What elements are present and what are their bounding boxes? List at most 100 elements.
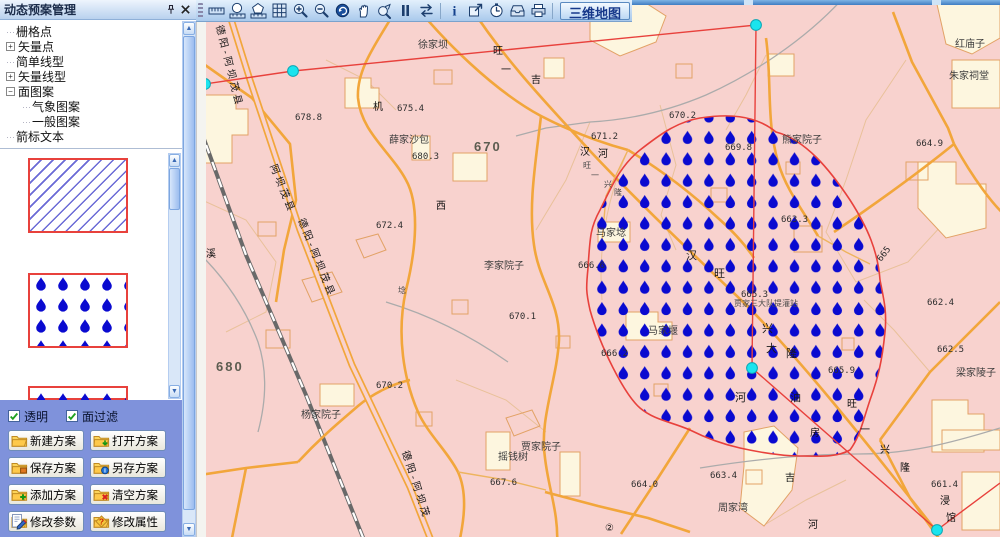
- svg-text:i: i: [453, 5, 457, 20]
- expand-icon[interactable]: +: [6, 42, 15, 51]
- map-label: 房: [810, 426, 820, 439]
- plan-button-4[interactable]: i另存方案: [90, 457, 166, 478]
- partial-pattern-swatch[interactable]: [28, 386, 128, 400]
- map-label: 徐家坝: [418, 38, 448, 51]
- map-label: 馆: [946, 511, 956, 524]
- grid-button[interactable]: [269, 1, 290, 21]
- grid-icon: [271, 2, 288, 19]
- tree-connector: ···: [6, 57, 15, 67]
- map-label: 河: [598, 148, 608, 160]
- edit-props-icon: ?: [93, 513, 110, 530]
- print-button[interactable]: [528, 1, 549, 21]
- map-3d-button[interactable]: 三维地图: [560, 2, 630, 20]
- tree-item-2[interactable]: +矢量点: [0, 39, 182, 54]
- tree-item-1[interactable]: ···栅格点: [0, 24, 182, 39]
- pan-hand-button[interactable]: [353, 1, 374, 21]
- toolbar-separator: [552, 3, 553, 19]
- vertical-splitter[interactable]: [196, 0, 206, 537]
- checkbox-label: 透明: [24, 408, 48, 425]
- tree-item-7[interactable]: ···一般图案: [0, 114, 182, 129]
- map-label: 河: [808, 519, 818, 531]
- sidebar-scroll-thumb[interactable]: [183, 36, 195, 510]
- measure-circle-button[interactable]: [227, 1, 248, 21]
- tree-item-3[interactable]: ···简单线型: [0, 54, 182, 69]
- svg-text:?: ?: [99, 517, 104, 527]
- swap-refresh-button[interactable]: [416, 1, 437, 21]
- measure-polygon-button[interactable]: [248, 1, 269, 21]
- plan-button-2[interactable]: 打开方案: [90, 430, 166, 451]
- plan-button-8[interactable]: ?修改属性: [90, 511, 166, 532]
- checkbox-2[interactable]: [66, 410, 78, 422]
- map-label: 汉: [686, 249, 697, 262]
- plan-button-label: 打开方案: [112, 433, 158, 449]
- sidebar-scroll-down-arrow[interactable]: ▼: [183, 523, 195, 536]
- vertex-handle[interactable]: [932, 525, 943, 536]
- swatch-scroll-down-arrow[interactable]: ▼: [169, 385, 180, 398]
- plan-button-1[interactable]: 新建方案: [8, 430, 84, 451]
- swatch-scroll-thumb[interactable]: [169, 168, 180, 210]
- map-label: 670.2: [669, 111, 696, 121]
- zoom-in-button[interactable]: [290, 1, 311, 21]
- plan-button-label: 添加方案: [30, 487, 76, 503]
- map-label: 664.0: [631, 480, 658, 490]
- info-button[interactable]: i: [444, 1, 465, 21]
- map-canvas[interactable]: 徐家坝红庙子朱家祠堂678.8机675.4薛家沙包680.3670671.267…: [206, 0, 1000, 537]
- map-label: 油: [790, 390, 801, 404]
- globe-back-button[interactable]: [332, 1, 353, 21]
- checkbox-1[interactable]: [8, 410, 20, 422]
- swap-refresh-icon: [418, 2, 435, 19]
- map-label: 678.8: [295, 113, 322, 123]
- building-block: [453, 153, 487, 181]
- tree-item-8[interactable]: ···箭标文本: [0, 129, 182, 144]
- map-label: 671.2: [591, 132, 618, 142]
- map-label: 河: [735, 391, 746, 404]
- map-label: 贾家院子: [521, 440, 561, 453]
- collapse-icon[interactable]: −: [6, 87, 15, 96]
- plan-button-label: 清空方案: [112, 487, 158, 503]
- map-label: 661.4: [931, 480, 958, 490]
- map-label: 机: [373, 100, 383, 113]
- map-label: 兴: [880, 444, 890, 456]
- tree-connector: ···: [6, 27, 15, 37]
- new-plan-folder-icon: [11, 432, 28, 449]
- plan-button-label: 修改参数: [30, 514, 76, 530]
- vertex-handle[interactable]: [751, 20, 762, 31]
- zoom-previous-button[interactable]: [374, 1, 395, 21]
- plan-button-5[interactable]: 添加方案: [8, 484, 84, 505]
- pause-button[interactable]: [395, 1, 416, 21]
- sidebar-scroll-up-arrow[interactable]: ▲: [183, 22, 195, 35]
- export-button[interactable]: [465, 1, 486, 21]
- tree-item-4[interactable]: +矢量线型: [0, 69, 182, 84]
- tree-item-6[interactable]: ···气象图案: [0, 99, 182, 114]
- expand-icon[interactable]: +: [6, 72, 15, 81]
- close-icon[interactable]: [178, 3, 192, 17]
- zoom-out-button[interactable]: [311, 1, 332, 21]
- map-label: 熊家院子: [782, 133, 822, 146]
- map-label: 李家院子: [484, 259, 524, 272]
- plan-button-7[interactable]: 修改参数: [8, 511, 84, 532]
- drops-pattern-swatch[interactable]: [28, 273, 128, 348]
- measure-polygon-icon: [250, 2, 267, 19]
- swatch-scroll-up-arrow[interactable]: ▲: [169, 154, 180, 167]
- measure-ruler-icon: [208, 2, 225, 19]
- swatch-scrollbar[interactable]: ▲ ▼: [168, 153, 181, 399]
- map-label: 666.2: [601, 349, 628, 359]
- toolbar-grip-handle[interactable]: [198, 3, 203, 19]
- plan-button-3[interactable]: 保存方案: [8, 457, 84, 478]
- zoom-previous-icon: [376, 2, 393, 19]
- clock-button[interactable]: [486, 1, 507, 21]
- pan-hand-icon: [355, 2, 372, 19]
- plan-button-6[interactable]: 清空方案: [90, 484, 166, 505]
- map-label: 周家湾: [718, 501, 748, 514]
- vertex-handle[interactable]: [288, 66, 299, 77]
- zoom-out-icon: [313, 2, 330, 19]
- vertex-handle[interactable]: [747, 363, 758, 374]
- measure-ruler-button[interactable]: [206, 1, 227, 21]
- map-label: 吉: [531, 74, 541, 86]
- map-area: 徐家坝红庙子朱家祠堂678.8机675.4薛家沙包680.3670671.267…: [206, 0, 1000, 537]
- hatch-pattern-swatch[interactable]: [28, 158, 128, 233]
- tree-item-5[interactable]: −面图案: [0, 84, 182, 99]
- sidebar-scrollbar[interactable]: ▲ ▼: [182, 21, 196, 537]
- archive-button[interactable]: [507, 1, 528, 21]
- pin-icon[interactable]: [164, 3, 178, 17]
